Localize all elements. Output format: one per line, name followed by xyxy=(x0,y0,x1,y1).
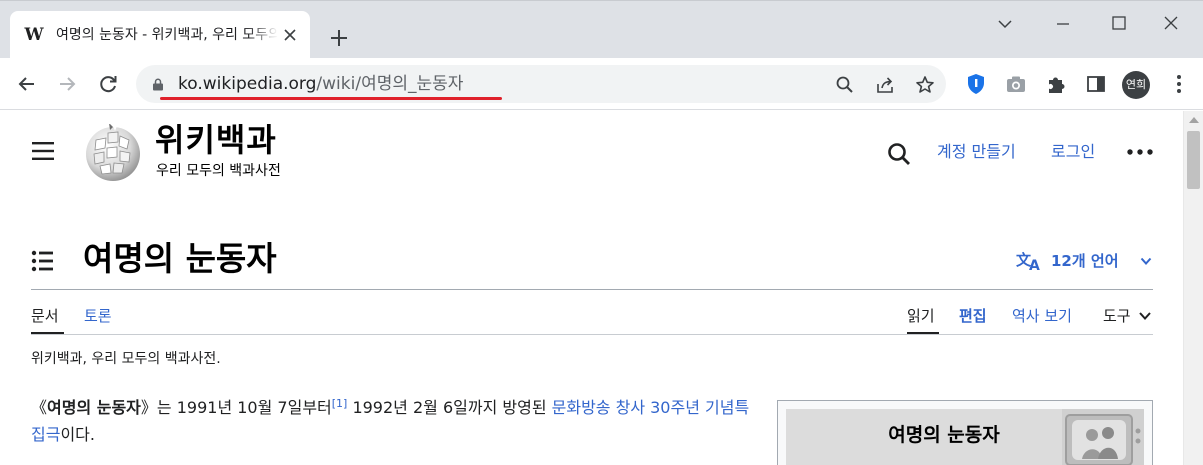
lead-open-bracket: 《 xyxy=(31,398,48,417)
more-options-icon[interactable] xyxy=(1126,147,1154,157)
side-panel-icon[interactable] xyxy=(1084,72,1108,96)
back-icon[interactable] xyxy=(14,71,40,97)
url-host: ko.wikipedia.org xyxy=(178,74,317,94)
shield-extension-icon[interactable] xyxy=(964,72,988,96)
tab-tools[interactable]: 도구 xyxy=(1103,306,1131,326)
camera-extension-icon[interactable] xyxy=(1004,72,1028,96)
tabs-divider xyxy=(31,334,1153,335)
title-divider xyxy=(31,289,1153,290)
reference-link[interactable]: [1] xyxy=(332,397,348,410)
login-link[interactable]: 로그인 xyxy=(1051,141,1095,163)
url-path: /wiki/여명의_눈동자 xyxy=(316,74,464,94)
minimize-icon[interactable] xyxy=(1048,11,1078,37)
tab-history[interactable]: 역사 보기 xyxy=(1012,306,1072,326)
menu-icon[interactable] xyxy=(30,140,56,162)
lead-text-2: 1992년 2월 6일까지 방영된 xyxy=(347,398,552,417)
tab-strip: W 여명의 눈동자 - 위키백과, 우리 모두의 백과사전 xyxy=(0,0,1203,59)
language-button[interactable]: 文 A 12개 언어 xyxy=(1016,249,1156,273)
new-tab-icon[interactable] xyxy=(326,25,352,51)
wikipedia-globe-logo-icon[interactable] xyxy=(82,124,144,182)
maximize-icon[interactable] xyxy=(1104,11,1134,37)
svg-text:A: A xyxy=(1029,258,1040,272)
language-count: 12개 언어 xyxy=(1051,252,1119,270)
profile-avatar[interactable]: 연희 xyxy=(1122,71,1150,99)
reload-icon[interactable] xyxy=(95,71,121,97)
more-vertical-icon[interactable] xyxy=(1166,71,1192,97)
wikipedia-wordmark[interactable]: 위키백과 xyxy=(155,122,277,158)
scroll-up-arrow-icon[interactable] xyxy=(1189,117,1199,123)
share-icon[interactable] xyxy=(874,74,896,96)
infobox-title: 여명의 눈동자 xyxy=(888,424,1000,446)
chevron-down-icon[interactable] xyxy=(1138,310,1152,322)
tab-title: 여명의 눈동자 - 위키백과, 우리 모두의 백과사전 xyxy=(56,25,278,45)
tab-edit[interactable]: 편집 xyxy=(959,306,987,326)
tab-read[interactable]: 읽기 xyxy=(907,306,935,326)
from-wikipedia-note: 위키백과, 우리 모두의 백과사전. xyxy=(31,351,221,367)
wikipedia-favicon-icon: W xyxy=(24,25,44,45)
forward-icon[interactable] xyxy=(54,71,80,97)
create-account-link[interactable]: 계정 만들기 xyxy=(937,141,1016,163)
zoom-icon[interactable] xyxy=(834,74,856,96)
url-text[interactable]: ko.wikipedia.org/wiki/여명의_눈동자 xyxy=(178,74,463,94)
chevron-down-icon xyxy=(1140,257,1152,265)
lead-close-bracket: 》 xyxy=(140,398,157,417)
lead-paragraph: 《여명의 눈동자》는 1991년 10월 7일부터[1] 1992년 2월 6일… xyxy=(31,394,761,448)
lead-bold-title: 여명의 눈동자 xyxy=(47,398,141,417)
page-viewport: 위키백과 우리 모두의 백과사전 계정 만들기 로그인 여명의 눈동자 文 A … xyxy=(0,111,1183,465)
infobox: 여명의 눈동자 xyxy=(777,400,1153,465)
page-title: 여명의 눈동자 xyxy=(83,239,277,278)
close-window-icon[interactable] xyxy=(1156,11,1186,37)
lead-text-3: 이다. xyxy=(60,425,95,444)
red-annotation-underline xyxy=(160,97,502,100)
star-icon[interactable] xyxy=(914,74,936,96)
lock-icon[interactable] xyxy=(152,78,164,91)
television-icon[interactable] xyxy=(1062,409,1144,465)
translate-icon: 文 A xyxy=(1016,251,1040,272)
tab-talk[interactable]: 토론 xyxy=(84,306,112,326)
infobox-header: 여명의 눈동자 xyxy=(786,409,1144,465)
lead-text-1: 는 1991년 10월 7일부터 xyxy=(156,398,332,417)
scrollbar-thumb[interactable] xyxy=(1187,131,1200,189)
browser-toolbar: ko.wikipedia.org/wiki/여명의_눈동자 연희 xyxy=(0,58,1203,110)
puzzle-icon[interactable] xyxy=(1044,72,1068,96)
chevron-down-icon[interactable] xyxy=(990,11,1020,37)
table-of-contents-icon[interactable] xyxy=(30,249,56,273)
search-icon[interactable] xyxy=(885,140,913,168)
site-tagline: 우리 모두의 백과사전 xyxy=(156,163,281,179)
tab-article[interactable]: 문서 xyxy=(31,306,59,326)
close-tab-icon[interactable] xyxy=(280,25,300,45)
page-scrollbar[interactable] xyxy=(1183,111,1203,465)
browser-tab[interactable]: W 여명의 눈동자 - 위키백과, 우리 모두의 백과사전 xyxy=(10,11,310,59)
